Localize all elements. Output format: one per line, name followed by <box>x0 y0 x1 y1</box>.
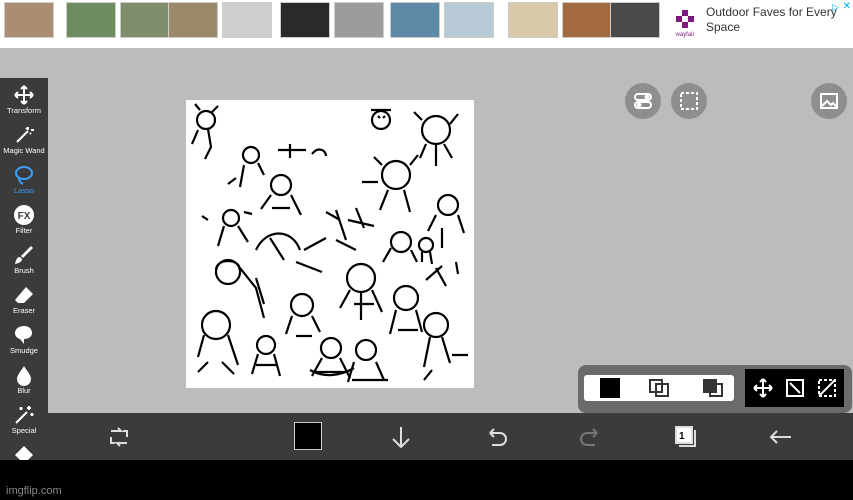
brush-icon <box>15 246 33 264</box>
tool-label: Brush <box>14 266 34 275</box>
footer: imgflip.com <box>0 460 853 500</box>
layers-icon <box>675 426 696 447</box>
ad-banner[interactable]: wayfair Outdoor Faves for Every Space ▷ … <box>0 0 853 49</box>
layers-button[interactable]: 1 <box>670 421 702 453</box>
eraser-icon <box>15 287 33 303</box>
tool-label: Filter <box>15 226 33 235</box>
tool-lasso[interactable]: Lasso <box>0 160 48 200</box>
diamond-icon <box>15 446 33 460</box>
transform-icon[interactable] <box>785 378 805 398</box>
svg-text:wayfair: wayfair <box>674 32 694 38</box>
wayfair-logo: wayfair <box>674 10 695 38</box>
toggle-icon <box>634 93 652 109</box>
sketch-doodles <box>190 103 468 383</box>
ad-thumb-gazebo-dark[interactable] <box>168 2 218 38</box>
tool-blur[interactable]: Blur <box>0 360 48 400</box>
editor-app: Transform Magic Wand Lasso FX Filter Bru… <box>0 48 853 460</box>
droplet-icon <box>17 366 31 386</box>
color-panel-actions <box>584 375 734 401</box>
tool-filter[interactable]: FX Filter <box>0 200 48 240</box>
ad-thumb-gazebo[interactable] <box>4 2 54 38</box>
tool-label: Lasso <box>13 186 34 195</box>
ad-thumb-gazebo-2[interactable] <box>222 2 272 38</box>
down-arrow-icon[interactable] <box>385 421 417 453</box>
move-arrows-icon <box>14 85 34 105</box>
back-arrow-icon[interactable] <box>765 421 797 453</box>
selection-button[interactable] <box>671 83 707 119</box>
tool-smudge[interactable]: Smudge <box>0 320 48 360</box>
toggle-button[interactable] <box>625 83 661 119</box>
color-panel <box>578 365 852 413</box>
redo-icon[interactable] <box>575 421 607 453</box>
smudge-icon <box>15 326 32 344</box>
layer-merge-icon[interactable] <box>702 378 724 398</box>
drawing-canvas[interactable] <box>186 100 474 388</box>
primary-color-swatch[interactable] <box>600 378 620 398</box>
tool-label: Special <box>11 426 37 435</box>
tool-label: Magic Wand <box>3 146 45 155</box>
ad-thumb-storage-box[interactable] <box>280 2 330 38</box>
move-icon[interactable] <box>753 378 773 398</box>
rotate-icon[interactable] <box>103 421 135 453</box>
tool-label: Blur <box>17 386 31 395</box>
tool-eraser[interactable]: Eraser <box>0 280 48 320</box>
tool-label: Transform <box>7 106 41 115</box>
ad-thumb-dome-tent[interactable] <box>444 2 494 38</box>
deselect-icon[interactable] <box>817 378 837 398</box>
tool-label: Eraser <box>12 306 36 315</box>
ad-thumb-garden-shed[interactable] <box>562 2 612 38</box>
fx-icon: FX <box>14 205 34 225</box>
play-triangle-icon[interactable]: ▷ <box>832 2 839 13</box>
ad-thumb-patio-chair[interactable] <box>610 2 660 38</box>
undo-icon[interactable] <box>480 421 512 453</box>
ad-thumb-fire-pit-cover[interactable] <box>334 2 384 38</box>
color-swatch[interactable] <box>294 422 322 450</box>
magic-wand-icon <box>16 127 34 143</box>
watermark: imgflip.com <box>6 485 62 497</box>
ad-text[interactable]: Outdoor Faves for Every Space <box>706 5 846 35</box>
x-icon[interactable]: ✕ <box>843 1 851 12</box>
svg-text:FX: FX <box>18 211 31 222</box>
image-button[interactable] <box>811 83 847 119</box>
selection-icon <box>680 92 698 110</box>
layer-copy-icon[interactable] <box>648 378 670 398</box>
lasso-icon <box>15 166 33 185</box>
layer-count: 1 <box>679 431 685 442</box>
sparkle-wand-icon <box>15 406 34 424</box>
tool-more[interactable] <box>0 440 48 460</box>
tool-brush[interactable]: Brush <box>0 240 48 280</box>
tool-magic-wand[interactable]: Magic Wand <box>0 120 48 160</box>
transform-actions <box>745 369 844 407</box>
image-icon <box>820 93 838 109</box>
tool-special[interactable]: Special <box>0 400 48 440</box>
ad-thumb-fence[interactable] <box>508 2 558 38</box>
tool-transform[interactable]: Transform <box>0 80 48 120</box>
ad-thumb-house[interactable] <box>66 2 116 38</box>
tool-label: Smudge <box>10 346 38 355</box>
ad-thumb-hot-tub[interactable] <box>390 2 440 38</box>
ad-thumb-shed[interactable] <box>120 2 170 38</box>
bottom-toolbar: 1 <box>48 413 853 460</box>
tool-sidebar: Transform Magic Wand Lasso FX Filter Bru… <box>0 78 48 460</box>
